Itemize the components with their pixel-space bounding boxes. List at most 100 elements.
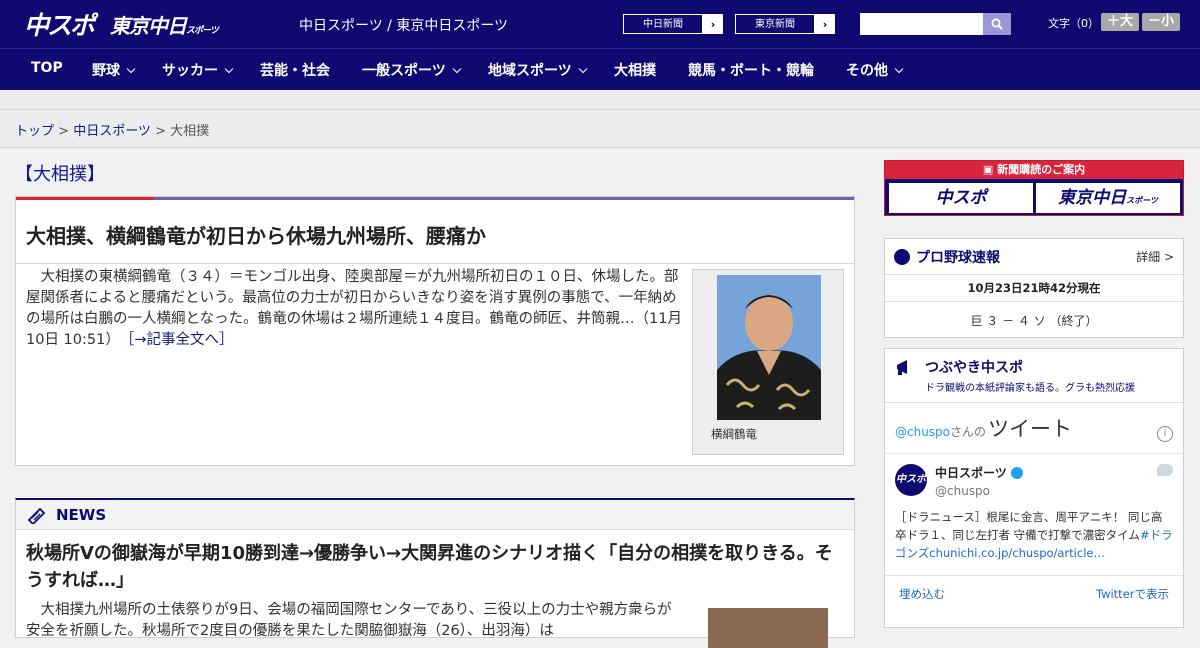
news-header: NEWS bbox=[16, 500, 854, 530]
article-summary: 大相撲の東横綱鶴竜（３４）＝モンゴル出身、陸奥部屋＝が九州場所初日の１０日、休場… bbox=[26, 269, 683, 348]
chunichi-shimbun-link[interactable]: 中日新聞 › bbox=[622, 13, 724, 35]
subscription-label-text: 新聞購読のご案内 bbox=[997, 163, 1086, 176]
subscription-label: ▣ 新聞購読のご案内 bbox=[885, 161, 1183, 179]
baseball-title: プロ野球速報 bbox=[916, 249, 1000, 266]
news-headline[interactable]: 秋場所Vの御嶽海が早期10勝到達→優勝争い→大関昇進のシナリオ描く「自分の相撲を… bbox=[16, 530, 854, 600]
tokyo-chunichi-logo-sub: スポーツ bbox=[186, 26, 219, 36]
timeline-tweets-word: ツイート bbox=[988, 417, 1073, 441]
newspaper-icon: ▣ bbox=[982, 163, 998, 176]
nav-label: 野球 bbox=[92, 63, 120, 79]
twitter-box: つぶやき中スポ ドラ観戦の本紙評論家も語る。グラも熱烈応援 @chuspo さんの… bbox=[884, 348, 1184, 628]
tokyo-chunichi-logo[interactable]: 東京中日スポーツ bbox=[110, 10, 219, 39]
baseball-header: プロ野球速報 詳細 > bbox=[885, 239, 1183, 275]
search-button[interactable] bbox=[983, 13, 1011, 35]
view-on-twitter-link[interactable]: Twitterで表示 bbox=[1096, 586, 1169, 602]
baseball-score: 巨 ３ － ４ ソ （終了） bbox=[970, 314, 1098, 328]
nav-label: その他 bbox=[846, 63, 888, 79]
nav-entertainment[interactable]: 芸能・社会 bbox=[260, 60, 330, 80]
nav-general-sports[interactable]: 一般スポーツ bbox=[362, 60, 461, 80]
tokyo-shimbun-link[interactable]: 東京新聞 › bbox=[734, 13, 836, 35]
avatar[interactable]: 中スポ bbox=[895, 464, 927, 496]
photo-caption: 横綱鶴竜 bbox=[711, 427, 757, 441]
tokyo-shimbun-label: 東京新聞 bbox=[735, 14, 815, 34]
site-names: 中日スポーツ / 東京中日スポーツ bbox=[299, 18, 509, 34]
chuspo-logo[interactable]: 中スポ bbox=[24, 6, 95, 42]
nav-racing[interactable]: 競馬・ボート・競輪 bbox=[688, 60, 814, 80]
article-photo[interactable]: 横綱鶴竜 bbox=[692, 269, 844, 455]
news-header-label: NEWS bbox=[56, 505, 107, 524]
breadcrumb-separator: > bbox=[54, 124, 74, 139]
breadcrumb-section[interactable]: 中日スポーツ bbox=[73, 124, 151, 139]
twitter-header: つぶやき中スポ ドラ観戦の本紙評論家も語る。グラも熱烈応援 bbox=[885, 349, 1183, 403]
subscribe-chuspo[interactable]: 中スポ bbox=[889, 183, 1033, 213]
read-more-link[interactable]: ［→記事全文へ］ bbox=[127, 332, 233, 348]
top-header: 中スポ 東京中日スポーツ 中日スポーツ / 東京中日スポーツ 中日新聞 › 東京… bbox=[0, 0, 1200, 48]
font-smaller-button[interactable]: －小 bbox=[1142, 13, 1180, 31]
chevron-down-icon bbox=[224, 64, 234, 74]
nav-soccer[interactable]: サッカー bbox=[162, 60, 234, 80]
chevron-down-icon bbox=[578, 64, 587, 74]
main-nav: TOP 野球 サッカー 芸能・社会 一般スポーツ 地域スポーツ 大相撲 競馬・ボ… bbox=[0, 48, 1200, 90]
twitter-title: つぶやき中スポ bbox=[925, 360, 1023, 376]
nav-label: TOP bbox=[31, 60, 63, 76]
timeline-title: @chuspo さんの ツイート i bbox=[885, 403, 1183, 454]
tokyo-chunichi-logo-text: 東京中日 bbox=[110, 14, 187, 38]
timeline-handle-suffix: さんの bbox=[950, 425, 987, 439]
twitter-bird-icon[interactable] bbox=[1157, 464, 1173, 476]
nav-label: 芸能・社会 bbox=[260, 63, 330, 79]
megaphone-icon bbox=[897, 360, 907, 375]
subscription-banner[interactable]: ▣ 新聞購読のご案内 中スポ 東京中日スポーツ bbox=[884, 160, 1184, 216]
baseball-as-of: 10月23日21時42分現在 bbox=[885, 275, 1183, 302]
nav-label: 地域スポーツ bbox=[488, 63, 572, 79]
nav-label: 競馬・ボート・競輪 bbox=[688, 63, 814, 79]
news-thumbnail[interactable] bbox=[708, 608, 828, 648]
twitter-footer: 埋め込む Twitterで表示 bbox=[885, 575, 1183, 612]
nav-top[interactable]: TOP bbox=[31, 60, 63, 76]
news-section: NEWS 秋場所Vの御嶽海が早期10勝到達→優勝争い→大関昇進のシナリオ描く「自… bbox=[15, 498, 855, 648]
embed-link[interactable]: 埋め込む bbox=[899, 586, 945, 602]
subscribe-tokyo-text: 東京中日 bbox=[1058, 188, 1127, 208]
nav-baseball[interactable]: 野球 bbox=[92, 60, 136, 80]
nav-label: 大相撲 bbox=[614, 63, 656, 79]
chevron-down-icon bbox=[452, 64, 461, 74]
chunichi-shimbun-label: 中日新聞 bbox=[623, 14, 703, 34]
search-icon bbox=[991, 18, 1003, 30]
tweet-text: ［ドラニュース］根尾に金言、周平アニキ！ 同じ高卒ドラ１、同じ左打者 守備で打撃… bbox=[885, 508, 1183, 562]
chevron-down-icon bbox=[126, 64, 136, 74]
breadcrumb-separator: > bbox=[150, 124, 171, 139]
breadcrumb-current: 大相撲 bbox=[170, 124, 210, 139]
header-strip bbox=[0, 90, 1200, 110]
nav-sumo[interactable]: 大相撲 bbox=[614, 60, 656, 80]
chevron-down-icon bbox=[894, 64, 904, 74]
subscribe-tokyo-small: スポーツ bbox=[1126, 196, 1158, 205]
font-size-label: 文字（0） bbox=[1048, 17, 1099, 30]
search-input[interactable] bbox=[860, 13, 983, 35]
news-icon bbox=[27, 507, 46, 524]
chevron-right-icon: › bbox=[710, 17, 716, 31]
baseball-live-box: プロ野球速報 詳細 > 10月23日21時42分現在 巨 ３ － ４ ソ （終了… bbox=[884, 238, 1184, 338]
twitter-subtitle: ドラ観戦の本紙評論家も語る。グラも熱烈応援 bbox=[925, 383, 1135, 394]
wrestler-photo bbox=[717, 275, 821, 420]
info-icon[interactable]: i bbox=[1157, 426, 1173, 442]
breadcrumb: トップ > 中日スポーツ > 大相撲 bbox=[0, 110, 1200, 148]
baseball-icon bbox=[894, 248, 910, 265]
tweet-author: 中スポ 中日スポーツ @chuspo bbox=[885, 454, 1183, 508]
breadcrumb-home[interactable]: トップ bbox=[15, 124, 54, 139]
tweet-body: ［ドラニュース］根尾に金言、周平アニキ！ 同じ高卒ドラ１、同じ左打者 守備で打撃… bbox=[895, 510, 1163, 542]
baseball-detail-link[interactable]: 詳細 > bbox=[1136, 248, 1174, 265]
section-title: 【大相撲】 bbox=[15, 164, 105, 185]
timeline-handle[interactable]: @chuspo bbox=[895, 425, 950, 439]
font-bigger-button[interactable]: ＋大 bbox=[1101, 13, 1139, 31]
nav-others[interactable]: その他 bbox=[846, 60, 904, 80]
verified-icon bbox=[1010, 467, 1023, 479]
nav-local-sports[interactable]: 地域スポーツ bbox=[488, 60, 587, 80]
subscribe-tokyo-chunichi[interactable]: 東京中日スポーツ bbox=[1036, 183, 1180, 213]
nav-label: サッカー bbox=[162, 63, 218, 79]
article-headline[interactable]: 大相撲、横綱鶴竜が初日から休場九州場所、腰痛か bbox=[16, 200, 854, 264]
tweet-user-name[interactable]: 中日スポーツ bbox=[935, 466, 1007, 480]
top-article-card: 大相撲、横綱鶴竜が初日から休場九州場所、腰痛か 大相撲の東横綱鶴竜（３４）＝モン… bbox=[15, 196, 855, 466]
search-form bbox=[860, 13, 1011, 35]
nav-label: 一般スポーツ bbox=[362, 63, 446, 79]
chevron-right-icon: › bbox=[822, 17, 828, 31]
tweet-user-handle[interactable]: @chuspo bbox=[935, 484, 1023, 498]
